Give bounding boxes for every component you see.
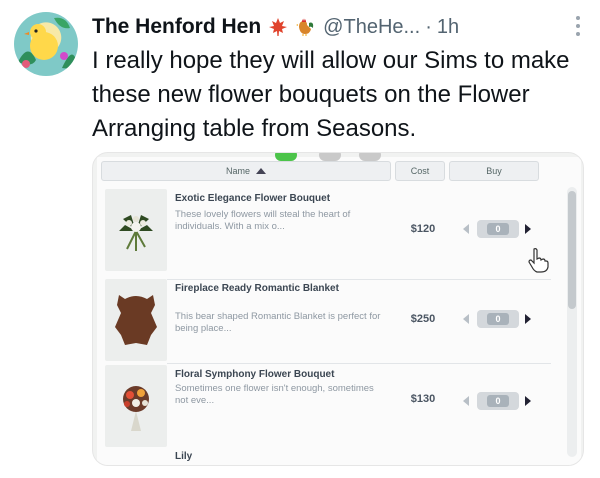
avatar[interactable] — [14, 12, 78, 76]
display-name[interactable]: The Henford Hen — [92, 15, 261, 39]
sims-shop-screenshot: Name Cost Buy Exotic Elegance Flower Bou… — [97, 153, 581, 465]
item-description: Sometimes one flower isn't enough, somet… — [175, 383, 374, 406]
decrease-arrow-icon[interactable] — [463, 224, 469, 234]
separator-dot: · — [425, 15, 432, 38]
top-tab-indicator — [319, 153, 341, 161]
quantity-stepper[interactable]: 0 — [463, 392, 543, 410]
bouquet-thumbnail — [105, 189, 167, 271]
chick-avatar-icon — [18, 17, 76, 69]
increase-arrow-icon[interactable] — [525, 314, 531, 324]
hand-cursor-icon — [528, 248, 549, 273]
quantity-field[interactable]: 0 — [477, 220, 519, 238]
maple-leaf-icon — [268, 17, 288, 37]
item-price: $250 — [410, 313, 436, 325]
sort-ascending-icon — [256, 168, 266, 174]
bear-blanket-thumbnail — [105, 279, 167, 361]
item-title: Floral Symphony Flower Bouquet — [175, 369, 335, 380]
item-title: Fireplace Ready Romantic Blanket — [175, 283, 339, 294]
bouquet-thumbnail — [105, 365, 167, 447]
quantity-stepper[interactable]: 0 — [463, 220, 543, 238]
item-title: Lily — [175, 451, 193, 462]
item-title: Exotic Elegance Flower Bouquet — [175, 193, 331, 204]
decrease-arrow-icon[interactable] — [463, 396, 469, 406]
column-header-cost[interactable]: Cost — [395, 161, 445, 181]
scrollbar[interactable] — [567, 187, 577, 457]
quantity-field[interactable]: 0 — [477, 310, 519, 328]
rooster-icon — [295, 17, 315, 37]
decrease-arrow-icon[interactable] — [463, 314, 469, 324]
list-item[interactable]: Floral Symphony Flower Bouquet Sometimes… — [101, 363, 561, 453]
column-header-buy[interactable]: Buy — [449, 161, 539, 181]
item-description: This bear shaped Romantic Blanket is per… — [175, 311, 381, 334]
increase-arrow-icon[interactable] — [525, 224, 531, 234]
column-header-name[interactable]: Name — [101, 161, 391, 181]
item-price: $130 — [410, 393, 436, 405]
tweet-text: I really hope they will allow our Sims t… — [92, 47, 570, 142]
quantity-stepper[interactable]: 0 — [463, 310, 543, 328]
tweet-header: The Henford Hen @TheHe... · 1h — [92, 12, 592, 42]
top-tab-indicator — [359, 153, 381, 161]
top-tab-indicator — [275, 153, 297, 161]
more-options-icon[interactable] — [574, 14, 582, 38]
scrollbar-thumb[interactable] — [568, 191, 576, 309]
quantity-field[interactable]: 0 — [477, 392, 519, 410]
increase-arrow-icon[interactable] — [525, 396, 531, 406]
item-price: $120 — [410, 223, 436, 235]
item-description: These lovely flowers will steal the hear… — [175, 209, 351, 232]
timestamp[interactable]: 1h — [437, 16, 459, 39]
tweet-media[interactable]: Name Cost Buy Exotic Elegance Flower Bou… — [92, 152, 584, 466]
handle[interactable]: @TheHe... — [323, 16, 420, 39]
list-item[interactable]: Fireplace Ready Romantic Blanket This be… — [101, 277, 561, 367]
list-item[interactable]: Exotic Elegance Flower Bouquet These lov… — [101, 187, 561, 277]
list-item[interactable]: Lily — [101, 447, 561, 465]
